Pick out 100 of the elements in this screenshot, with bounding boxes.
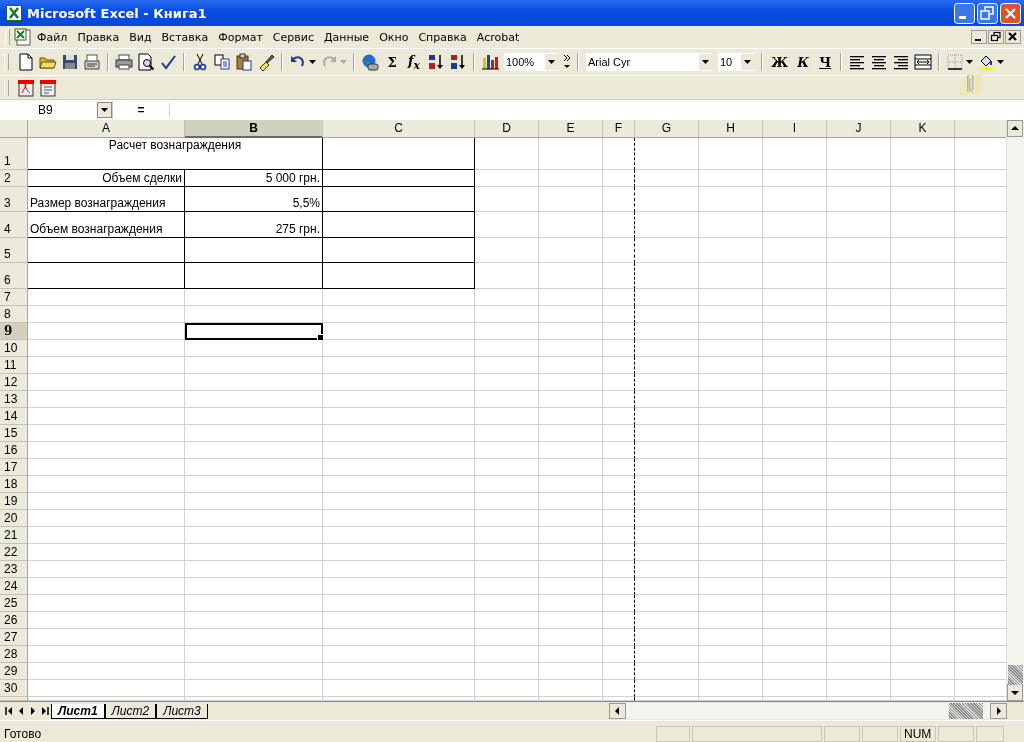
vertical-scrollbar[interactable] — [1006, 120, 1024, 701]
row-header[interactable]: 16 — [0, 442, 28, 459]
caret-icon[interactable] — [997, 60, 1005, 64]
table-cell[interactable]: 5 000 грн. — [185, 170, 323, 187]
minimize-icon[interactable] — [971, 30, 987, 44]
table-cell[interactable] — [603, 459, 635, 476]
bold-button[interactable]: Ж — [769, 54, 791, 70]
table-cell[interactable] — [603, 289, 635, 306]
row-header[interactable]: 4 — [0, 212, 28, 238]
align-center-icon[interactable] — [870, 53, 889, 71]
bar-chart-icon[interactable] — [481, 53, 499, 71]
table-cell[interactable] — [603, 306, 635, 323]
paintbrush-icon[interactable] — [257, 53, 275, 71]
table-cell[interactable] — [603, 680, 635, 697]
table-cell[interactable]: Объем сделки — [28, 170, 185, 187]
row-header[interactable]: 30 — [0, 680, 28, 697]
table-cell[interactable] — [323, 187, 475, 212]
scroll-right-icon[interactable] — [990, 703, 1007, 719]
menu-item[interactable]: Данные — [318, 28, 375, 46]
row-header[interactable]: 15 — [0, 425, 28, 442]
sort-descending-icon[interactable] — [449, 53, 467, 71]
table-cell[interactable] — [323, 170, 475, 187]
row-header[interactable]: 23 — [0, 561, 28, 578]
column-header[interactable]: K — [891, 120, 955, 138]
align-left-icon[interactable] — [848, 53, 867, 71]
column-header[interactable]: B — [185, 120, 323, 138]
row-header[interactable]: 5 — [0, 238, 28, 263]
clipboard-icon[interactable] — [235, 53, 253, 71]
table-cell[interactable] — [603, 476, 635, 493]
table-cell[interactable] — [603, 374, 635, 391]
table-cell[interactable] — [603, 323, 635, 340]
caret-icon[interactable] — [966, 60, 974, 64]
column-header[interactable]: C — [323, 120, 475, 138]
row-header[interactable]: 18 — [0, 476, 28, 493]
sheet-tab[interactable]: Лист1 — [51, 703, 105, 719]
active-cell[interactable] — [185, 323, 323, 340]
table-cell[interactable] — [603, 391, 635, 408]
table-cell[interactable] — [603, 212, 635, 238]
table-cell[interactable] — [603, 138, 635, 170]
check-mark-icon[interactable] — [159, 53, 177, 71]
scroll-up-icon[interactable] — [1007, 120, 1023, 137]
first-sheet-icon[interactable] — [3, 704, 15, 718]
menu-item[interactable]: Acrobat — [471, 28, 525, 46]
table-cell[interactable] — [28, 263, 185, 289]
borders-icon[interactable] — [946, 53, 965, 71]
toolbar-options-icon[interactable] — [563, 53, 571, 71]
table-cell[interactable] — [603, 697, 635, 701]
pdf-document-icon[interactable] — [17, 78, 35, 97]
column-header[interactable]: A — [28, 120, 185, 138]
menu-item[interactable]: Окно — [374, 28, 414, 46]
table-cell[interactable] — [603, 527, 635, 544]
table-cell[interactable] — [28, 238, 185, 263]
table-cell[interactable] — [323, 263, 475, 289]
sheet-tab[interactable]: Лист2 — [104, 703, 157, 719]
merge-cells-icon[interactable] — [914, 53, 933, 71]
caret-icon[interactable] — [744, 60, 751, 64]
table-cell[interactable]: 275 грн. — [185, 212, 323, 238]
table-cell[interactable] — [603, 493, 635, 510]
font-size-field[interactable]: 10 — [717, 52, 755, 72]
table-cell[interactable] — [603, 340, 635, 357]
sheet-tab[interactable]: Лист3 — [156, 703, 208, 719]
row-header[interactable]: 13 — [0, 391, 28, 408]
table-cell[interactable] — [603, 595, 635, 612]
table-cell[interactable] — [603, 510, 635, 527]
scissors-icon[interactable] — [191, 53, 209, 71]
column-header[interactable]: D — [475, 120, 539, 138]
table-cell[interactable] — [185, 263, 323, 289]
table-cell[interactable] — [603, 357, 635, 374]
scroll-left-icon[interactable] — [609, 703, 626, 719]
column-header[interactable]: E — [539, 120, 603, 138]
menu-item[interactable]: Формат — [213, 28, 268, 46]
table-cell[interactable] — [603, 612, 635, 629]
fill-color-icon[interactable] — [977, 53, 996, 71]
table-cell[interactable] — [185, 238, 323, 263]
table-cell[interactable] — [603, 561, 635, 578]
table-cell[interactable] — [603, 238, 635, 263]
caret-icon[interactable] — [101, 108, 108, 112]
table-cell[interactable] — [603, 578, 635, 595]
column-header[interactable]: F — [603, 120, 635, 138]
row-header[interactable]: 12 — [0, 374, 28, 391]
sort-ascending-icon[interactable] — [427, 53, 445, 71]
menu-item[interactable]: Сервис — [267, 28, 319, 46]
copy-icon[interactable] — [213, 53, 231, 71]
table-cell[interactable] — [603, 408, 635, 425]
table-cell[interactable]: Расчет вознаграждения — [28, 138, 323, 170]
italic-button[interactable]: К — [794, 54, 813, 70]
printer-icon[interactable] — [115, 53, 133, 71]
row-header[interactable]: 6 — [0, 263, 28, 289]
restore-icon[interactable] — [988, 30, 1004, 44]
row-header[interactable]: 27 — [0, 629, 28, 646]
table-cell[interactable] — [323, 238, 475, 263]
menu-item[interactable]: Вид — [124, 28, 157, 46]
table-cell[interactable] — [603, 170, 635, 187]
menu-item[interactable]: Файл — [32, 28, 73, 46]
menu-item[interactable]: Справка — [413, 28, 472, 46]
table-cell[interactable]: 5,5% — [185, 187, 323, 212]
table-cell[interactable] — [603, 263, 635, 289]
table-cell[interactable] — [603, 425, 635, 442]
row-header[interactable]: 28 — [0, 646, 28, 663]
table-cell[interactable]: Размер вознаграждения — [28, 187, 185, 212]
